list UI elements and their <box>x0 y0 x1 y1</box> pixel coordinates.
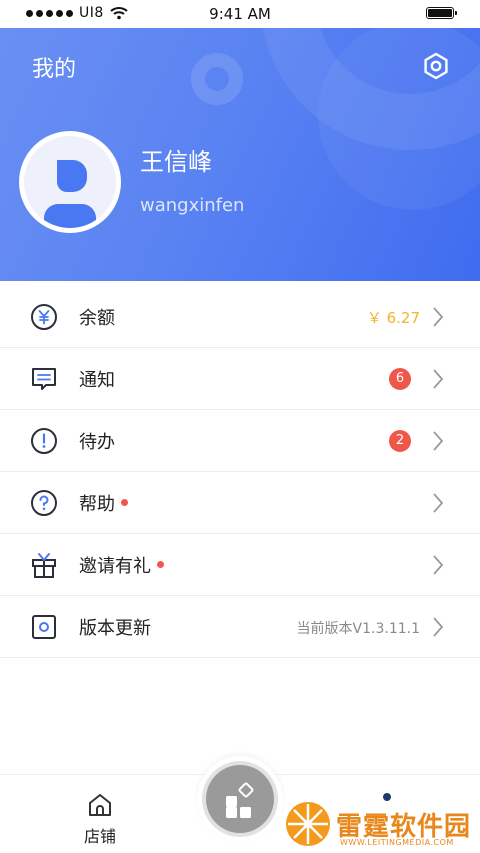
chevron-right-icon <box>433 431 444 451</box>
status-time: 9:41 AM <box>209 5 271 23</box>
battery-icon <box>426 7 457 19</box>
menu-item-invite[interactable]: 邀请有礼 <box>0 534 480 596</box>
settings-button[interactable] <box>418 48 454 84</box>
chevron-right-icon <box>433 493 444 513</box>
menu-item-help[interactable]: 帮助 <box>0 472 480 534</box>
tab-store[interactable] <box>70 790 130 824</box>
menu-item-label: 余额 <box>79 308 115 329</box>
avatar[interactable] <box>19 131 121 233</box>
chevron-right-icon <box>433 369 444 389</box>
user-name: 王信峰 <box>140 148 212 176</box>
menu-item-label: 待办 <box>79 432 115 453</box>
exclamation-circle-icon <box>31 428 57 454</box>
watermark-orange-logo <box>286 802 330 846</box>
menu-item-label: 邀请有礼 <box>79 556 151 577</box>
notification-count-badge: 6 <box>389 368 411 390</box>
page-title: 我的 <box>32 57 77 82</box>
watermark-subtext: WWW.LEITINGMEDIA.COM <box>340 838 454 847</box>
chevron-right-icon <box>433 617 444 637</box>
tab-store-label: 店铺 <box>83 827 116 846</box>
new-indicator-dot <box>121 499 128 506</box>
header-decoration-ring-small <box>191 53 243 105</box>
menu-item-version-update[interactable]: 版本更新 当前版本V1.3.11.1 <box>0 596 480 658</box>
watermark-dot <box>381 791 393 803</box>
chevron-right-icon <box>433 307 444 327</box>
gift-icon <box>32 553 56 578</box>
profile-page: 我的 王信峰 wangxinfen UI8 9:41 AM 余额 ￥ 6.27 … <box>0 0 480 853</box>
menu-item-todo[interactable]: 待办 2 <box>0 410 480 472</box>
menu-item-label: 通知 <box>79 370 115 391</box>
balance-value: ￥ 6.27 <box>366 309 420 327</box>
chevron-right-icon <box>433 555 444 575</box>
user-id: wangxinfen <box>140 195 245 216</box>
yuan-coin-icon <box>31 304 57 330</box>
home-icon <box>89 794 111 816</box>
center-apps-button[interactable] <box>206 765 274 833</box>
menu-list: 余额 ￥ 6.27 通知 6 待办 2 帮助 邀请有礼 版本更新 当前版本V1.… <box>0 286 480 658</box>
question-circle-icon <box>31 490 57 516</box>
message-icon <box>32 368 56 390</box>
todo-count-badge: 2 <box>389 430 411 452</box>
menu-item-label: 版本更新 <box>79 618 151 639</box>
menu-item-balance[interactable]: 余额 ￥ 6.27 <box>0 286 480 348</box>
current-version-text: 当前版本V1.3.11.1 <box>296 621 420 637</box>
new-indicator-dot <box>157 561 164 568</box>
menu-item-notifications[interactable]: 通知 6 <box>0 348 480 410</box>
version-box-icon <box>32 615 56 639</box>
apps-grid-icon <box>226 782 254 818</box>
settings-hexagon-icon <box>424 52 448 80</box>
status-bar: UI8 9:41 AM <box>0 0 480 28</box>
menu-item-label: 帮助 <box>79 494 115 515</box>
user-avatar-icon <box>44 160 96 228</box>
profile-header: 我的 王信峰 wangxinfen <box>0 0 480 281</box>
